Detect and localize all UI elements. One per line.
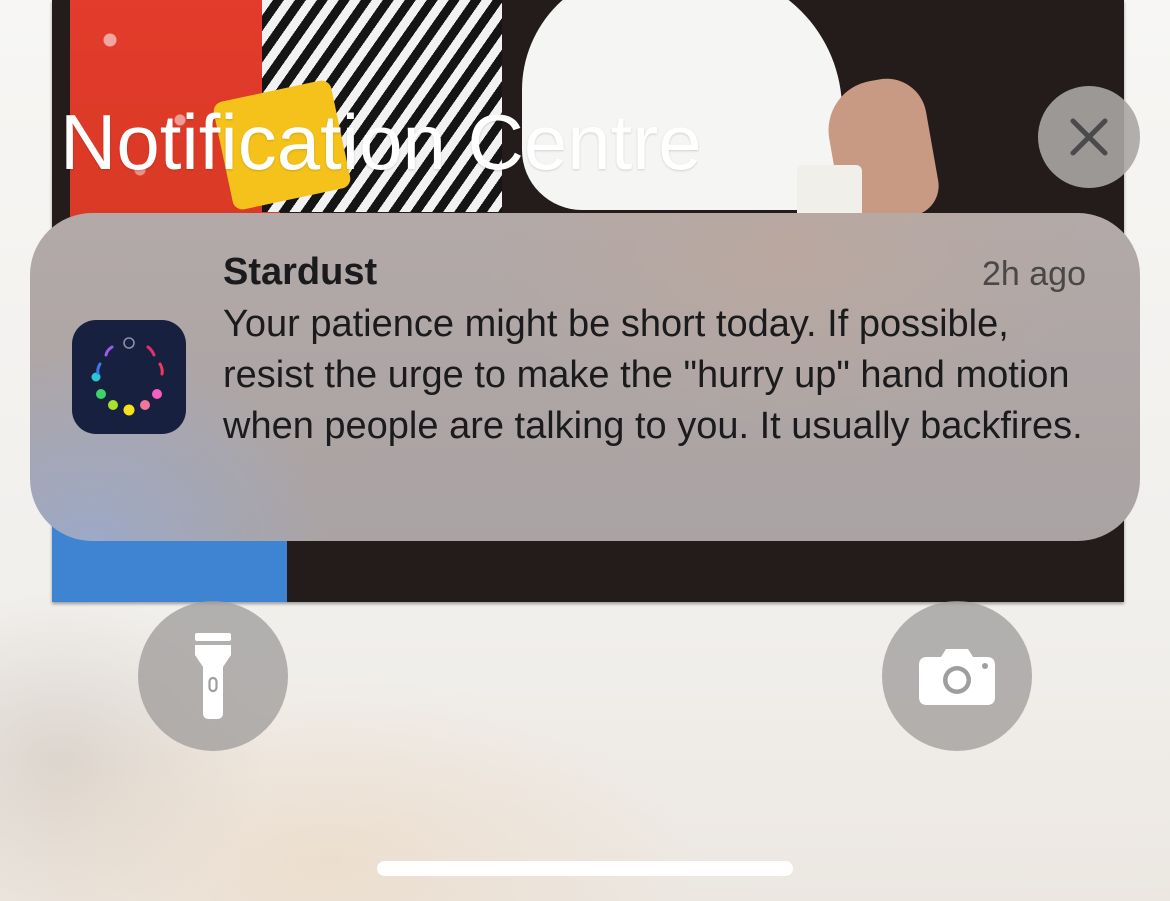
- flashlight-icon: [195, 633, 231, 719]
- notification-timestamp: 2h ago: [982, 255, 1086, 293]
- notification-app-name: Stardust: [223, 251, 378, 293]
- close-icon: [1070, 118, 1108, 156]
- flashlight-button[interactable]: [138, 601, 288, 751]
- stardust-logo-icon: [91, 337, 164, 416]
- notification-centre-title: Notification Centre: [60, 98, 702, 186]
- close-button[interactable]: [1038, 86, 1140, 188]
- home-indicator[interactable]: [377, 861, 793, 876]
- camera-button[interactable]: [882, 601, 1032, 751]
- stardust-app-icon: [72, 320, 186, 434]
- notification-card[interactable]: Stardust 2h ago Your patience might be s…: [30, 213, 1140, 541]
- camera-icon: [919, 649, 995, 705]
- notification-message: Your patience might be short today. If p…: [223, 303, 1083, 447]
